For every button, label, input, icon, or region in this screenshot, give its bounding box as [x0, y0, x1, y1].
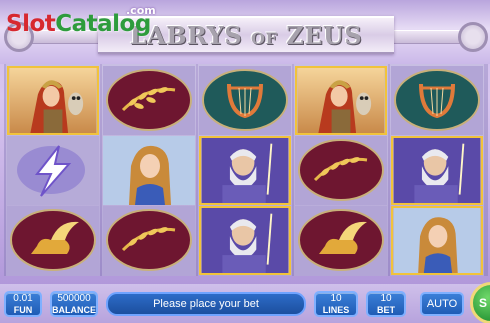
auto-button[interactable]: AUTO [420, 292, 464, 316]
bet-value: 10 [380, 293, 392, 304]
zeus-icon [199, 136, 291, 205]
status-message: Please place your bet [106, 292, 306, 316]
title-word-zeus: ZEUS [286, 21, 363, 50]
reel-4 [294, 64, 388, 276]
top-banner: LABRYS OF ZEUS SlotCatalog .com [0, 0, 490, 64]
lyre-icon [391, 66, 483, 135]
zeus-icon [199, 206, 291, 275]
reel-2 [102, 64, 196, 276]
coin-label: FUN [13, 305, 33, 315]
scroll-ornament-right [458, 22, 488, 52]
coin-value: 0.01 [13, 293, 33, 304]
title-word-of: OF [251, 29, 278, 48]
winged-sandal-icon [295, 206, 387, 275]
laurel-wreath-icon [103, 206, 195, 275]
lines-button[interactable]: 10 LINES [314, 291, 358, 317]
zeus-icon [391, 136, 483, 205]
reel-3 [198, 64, 292, 276]
laurel-wreath-icon [295, 136, 387, 205]
lines-value: 10 [330, 293, 342, 304]
reel-5 [390, 64, 484, 276]
aphrodite-icon [103, 136, 195, 205]
bet-label: BET [377, 305, 395, 315]
laurel-wreath-icon [103, 66, 195, 135]
athena-icon [295, 66, 387, 135]
lines-label: LINES [322, 305, 350, 315]
lyre-icon [199, 66, 291, 135]
reel-1 [6, 64, 100, 276]
balance-value: 500000 [57, 293, 91, 304]
banner-rail-right [392, 30, 462, 44]
bet-button[interactable]: 10 BET [366, 291, 406, 317]
lightning-icon [7, 136, 99, 205]
logo-slot: Slot [6, 11, 56, 37]
athena-icon [7, 66, 99, 135]
winged-sandal-icon [7, 206, 99, 275]
balance-label: BALANCE [52, 305, 96, 315]
aphrodite-icon [391, 206, 483, 275]
coin-value-button[interactable]: 0.01 FUN [4, 291, 42, 317]
balance-display: 500000 BALANCE [50, 291, 98, 317]
reel-area [4, 64, 488, 276]
slotcatalog-logo: SlotCatalog .com [6, 4, 156, 44]
logo-com: .com [126, 4, 156, 17]
